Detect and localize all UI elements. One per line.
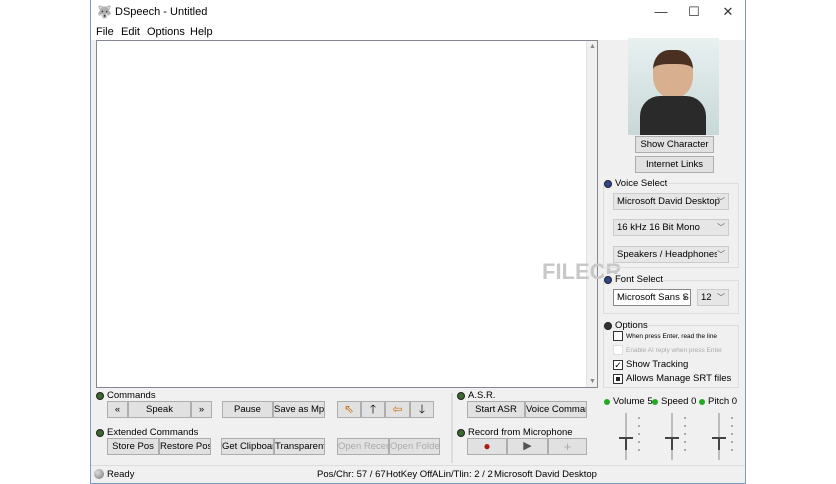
voice-select-label: Voice Select (615, 178, 668, 189)
srt-files-checkbox[interactable]: Allows Manage SRT files (613, 373, 731, 384)
volume-label: Volume 5 (613, 396, 653, 407)
menu-options[interactable]: Options (147, 26, 185, 38)
speak-button[interactable]: Speak (128, 401, 191, 418)
store-pos-button[interactable]: Store Pos (107, 438, 159, 455)
chevron-down-icon: ﹀ (717, 293, 725, 302)
speed-slider[interactable] (657, 410, 697, 465)
previous-button[interactable]: « (107, 401, 128, 418)
audio-format-dropdown[interactable]: 16 kHz 16 Bit Mono ﹀ (613, 219, 729, 236)
position-readout: Pos/Chr: 57 / 67 (317, 469, 386, 480)
internet-links-button[interactable]: Internet Links (635, 156, 714, 173)
divider (451, 393, 453, 463)
arrow-up-icon[interactable]: 🡑 (361, 401, 385, 418)
menu-file[interactable]: File (96, 26, 114, 38)
app-window: 🐺 DSpeech - Untitled — ☐ ✕ File Edit Opt… (90, 0, 746, 484)
text-editor[interactable]: ▲ ▼ FILECR (96, 40, 621, 388)
options-label: Options (615, 320, 648, 331)
open-recent-button[interactable]: Open Recent (337, 438, 389, 455)
close-button[interactable]: ✕ (713, 4, 743, 20)
extended-icon (96, 428, 104, 437)
chevron-down-icon: ﹀ (717, 197, 725, 206)
transparent-button[interactable]: Transparent (274, 438, 325, 455)
next-button[interactable]: » (191, 401, 212, 418)
arrow-left-icon[interactable]: ⇦ (385, 401, 410, 418)
open-folder-button[interactable]: Open Folder (389, 438, 440, 455)
check-icon: ✓ (613, 359, 623, 370)
commands-icon (96, 391, 104, 400)
checkbox-box (613, 345, 623, 355)
status-indicator-icon (94, 469, 104, 479)
window-title: DSpeech - Untitled (115, 6, 208, 18)
font-size-value: 12 (701, 292, 712, 303)
pitch-label: Pitch 0 (708, 396, 738, 407)
menu-edit[interactable]: Edit (121, 26, 140, 38)
record-button[interactable]: ● (467, 438, 507, 455)
vertical-scrollbar[interactable]: ▲ ▼ (586, 41, 597, 387)
character-image (628, 38, 719, 135)
line-readout: ALin/Tlin: 2 / 2 (432, 469, 493, 480)
volume-indicator-icon (604, 398, 610, 405)
voice-dropdown[interactable]: Microsoft David Desktop ﹀ (613, 193, 729, 210)
pause-button[interactable]: Pause (222, 401, 273, 418)
save-mp3-button[interactable]: Save as Mp3 (273, 401, 325, 418)
pitch-slider[interactable] (704, 410, 744, 465)
font-size-dropdown[interactable]: 12 ﹀ (697, 289, 729, 306)
voice-select-icon (604, 179, 612, 188)
asr-label: A.S.R. (468, 390, 496, 401)
chevron-down-icon: ﹀ (717, 223, 725, 232)
play-button[interactable]: ▶ (507, 438, 548, 455)
font-select-label: Font Select (615, 274, 664, 285)
checkbox-label: Enable AI reply when press Enter (626, 346, 723, 354)
speed-label: Speed 0 (661, 396, 697, 407)
menu-help[interactable]: Help (190, 26, 213, 38)
extended-label: Extended Commands (107, 427, 199, 438)
checkbox-label: Allows Manage SRT files (626, 373, 732, 384)
font-name-dropdown[interactable]: Microsoft Sans S ▾ (613, 289, 691, 306)
checkbox-label: Show Tracking (626, 359, 689, 370)
pitch-indicator-icon (699, 398, 705, 405)
format-value: 16 kHz 16 Bit Mono (617, 222, 700, 233)
voice-status: Microsoft David Desktop (494, 469, 597, 480)
minimize-button[interactable]: — (646, 4, 676, 19)
restore-pos-button[interactable]: Restore Pos (159, 438, 211, 455)
voice-command-button[interactable]: Voice Command (525, 401, 587, 418)
start-asr-button[interactable]: Start ASR (467, 401, 525, 418)
font-select-icon (604, 275, 612, 284)
add-button[interactable]: + (548, 438, 587, 455)
arrow-down-icon[interactable]: 🡓 (410, 401, 434, 418)
font-name-value: Microsoft Sans S (617, 292, 689, 303)
maximize-button[interactable]: ☐ (679, 4, 709, 20)
get-clipboard-button[interactable]: Get Clipboard (221, 438, 274, 455)
volume-slider[interactable] (611, 410, 651, 465)
read-line-checkbox[interactable]: When press Enter, read the line (613, 331, 717, 341)
speed-indicator-icon (652, 398, 658, 405)
title-bar: 🐺 DSpeech - Untitled — ☐ ✕ (91, 0, 745, 24)
commands-label: Commands (107, 390, 156, 401)
indeterminate-icon (613, 373, 623, 384)
record-icon (457, 428, 465, 437)
checkbox-label: When press Enter, read the line (626, 332, 718, 340)
output-device-dropdown[interactable]: Speakers / Headphones (F﹀ (613, 246, 729, 263)
status-bar: Ready Pos/Chr: 57 / 67 HotKey Off ALin/T… (91, 465, 745, 484)
ai-reply-checkbox[interactable]: Enable AI reply when press Enter (613, 345, 722, 355)
asr-icon (457, 391, 465, 400)
app-icon: 🐺 (97, 5, 112, 19)
hotkey-status: HotKey Off (386, 469, 433, 480)
show-character-button[interactable]: Show Character (635, 136, 714, 153)
checkbox-box (613, 331, 623, 341)
record-label: Record from Microphone (468, 427, 573, 438)
chevron-down-icon: ▾ (682, 293, 687, 302)
status-text: Ready (107, 469, 135, 480)
chevron-down-icon: ﹀ (717, 247, 725, 262)
options-icon (604, 321, 612, 330)
show-tracking-checkbox[interactable]: ✓ Show Tracking (613, 359, 688, 370)
voice-value: Microsoft David Desktop (617, 196, 720, 207)
device-value: Speakers / Headphones (F (617, 249, 719, 260)
arrow-up-left-icon[interactable]: ⇖ (337, 401, 361, 418)
